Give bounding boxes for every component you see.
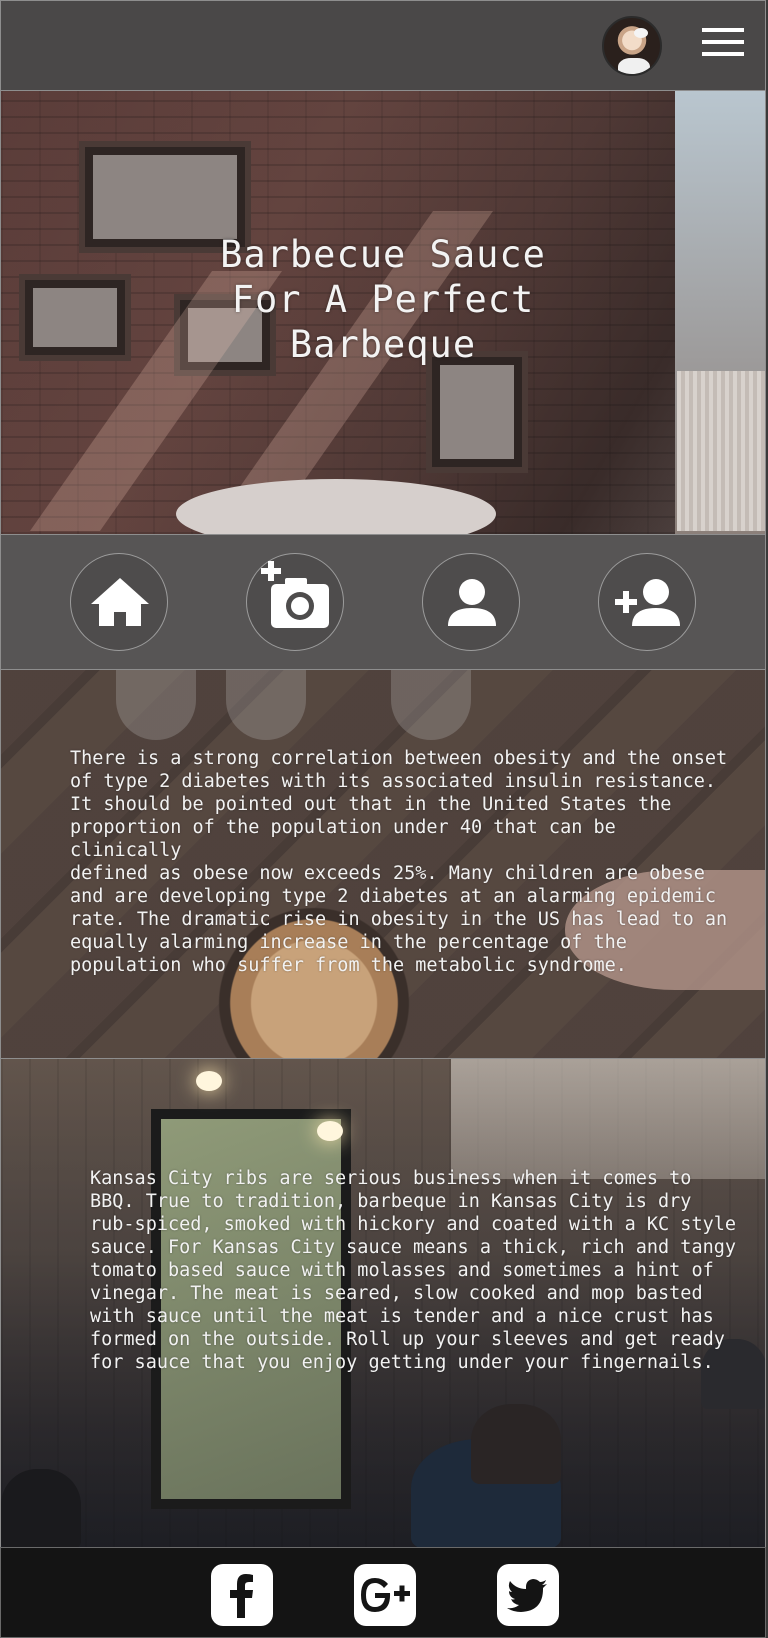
facebook-link[interactable] — [211, 1564, 273, 1626]
footer-social-bar — [0, 1547, 766, 1638]
wall-lamp — [317, 1121, 343, 1141]
add-friend-button[interactable] — [598, 553, 696, 651]
background-person — [1, 1469, 81, 1547]
avatar[interactable] — [602, 16, 662, 76]
hamburger-menu-icon[interactable] — [702, 28, 744, 58]
background-person — [471, 1404, 561, 1484]
content-section-kansas-city: Kansas City ribs are serious business wh… — [0, 1058, 766, 1548]
background-glass — [116, 670, 196, 740]
section-paragraph: Kansas City ribs are serious business wh… — [90, 1168, 737, 1373]
section-paragraph: There is a strong correlation between ob… — [70, 748, 728, 976]
wall-picture-frame — [426, 351, 528, 473]
icon-nav-bar — [0, 534, 766, 670]
home-button[interactable] — [70, 553, 168, 651]
google-plus-link[interactable] — [354, 1564, 416, 1626]
top-bar — [0, 0, 766, 91]
person-icon — [448, 579, 496, 626]
google-plus-icon — [361, 1578, 410, 1612]
twitter-icon — [507, 1579, 547, 1612]
facebook-icon — [230, 1574, 253, 1618]
avatar-hair-bow — [634, 28, 648, 38]
twitter-link[interactable] — [497, 1564, 559, 1626]
curtain — [677, 371, 765, 531]
background-glass — [391, 670, 471, 740]
page-title: Barbecue Sauce For A Perfect Barbeque — [220, 233, 546, 366]
content-section-obesity: There is a strong correlation between ob… — [0, 669, 766, 1059]
add-photo-button[interactable] — [246, 553, 344, 651]
background-glass — [226, 670, 306, 740]
round-table — [176, 479, 496, 534]
add-photo-icon — [261, 561, 329, 628]
profile-button[interactable] — [422, 553, 520, 651]
add-person-icon — [615, 579, 680, 626]
avatar-shirt — [618, 58, 650, 74]
hero-banner: Barbecue Sauce For A Perfect Barbeque — [0, 90, 766, 535]
wall-lamp — [196, 1071, 222, 1091]
home-icon — [91, 578, 149, 626]
background-ceiling — [451, 1059, 765, 1179]
